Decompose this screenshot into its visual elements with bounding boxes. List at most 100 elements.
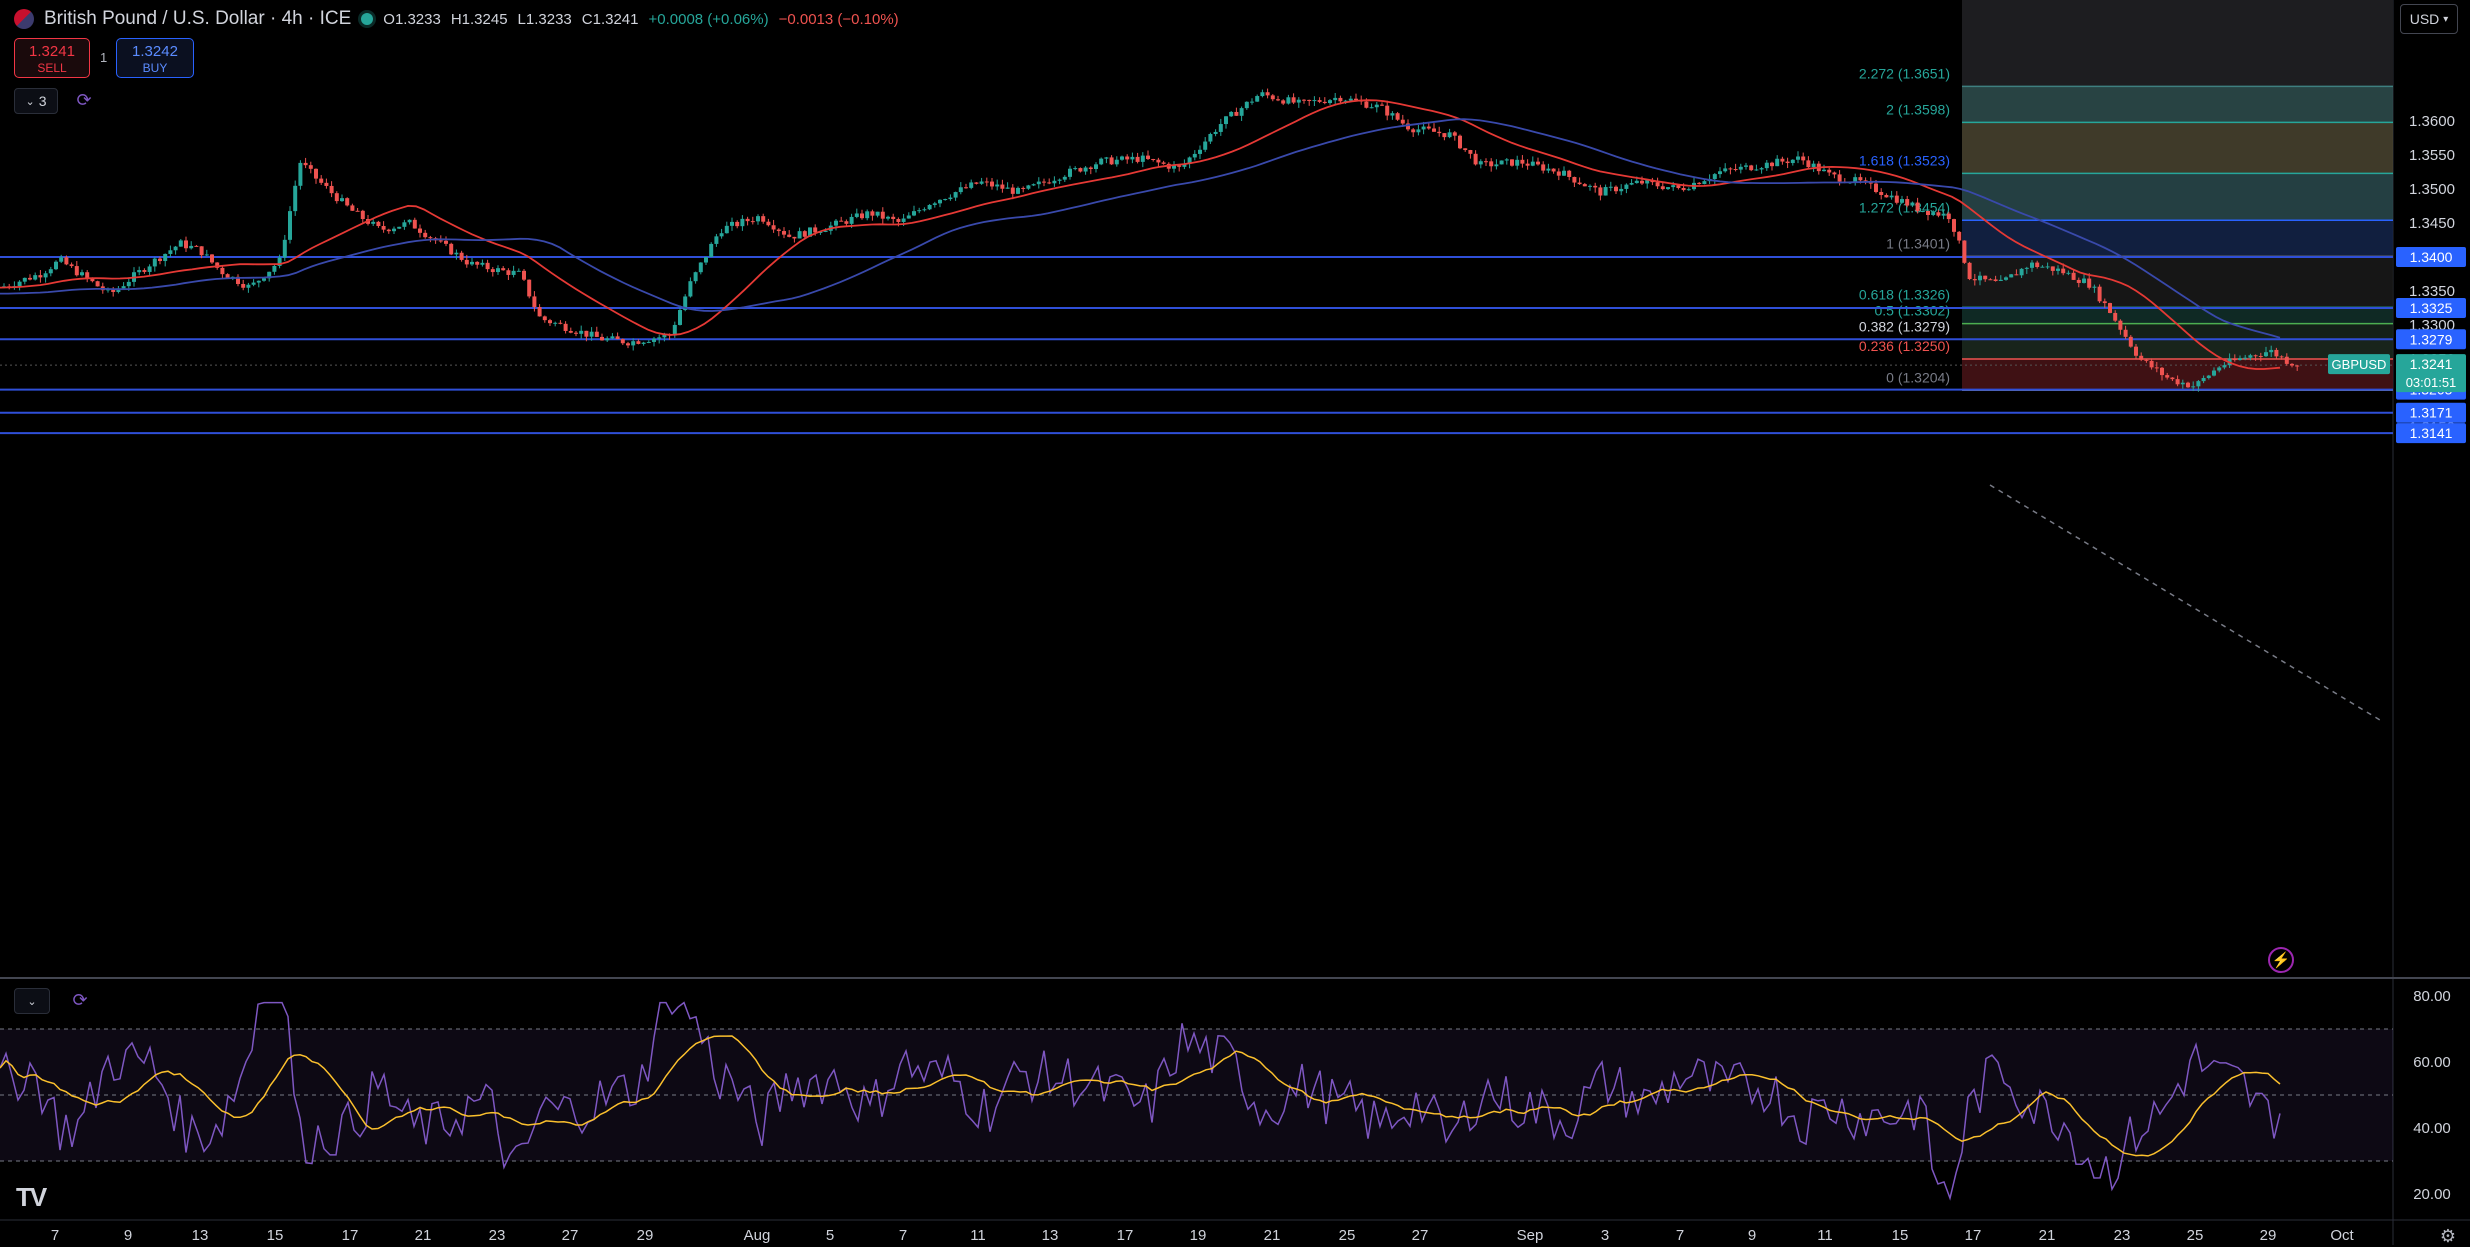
buy-button[interactable]: 1.3242 BUY [116,38,194,78]
price-axis-label: 1.3450 [2409,215,2455,232]
price-level-tag-label: 1.3279 [2410,331,2453,347]
fib-label: 1 (1.3401) [1886,235,1950,251]
candle-body [324,182,329,186]
time-axis-label: 17 [1117,1227,1134,1244]
time-axis-label: 15 [1892,1227,1909,1244]
time-axis-label: 17 [342,1227,359,1244]
candle-body [1244,101,1249,109]
candle-body [1291,97,1296,103]
rsi-axis-label: 40.00 [2413,1120,2451,1137]
candle-body [1322,101,1327,104]
fib-label: 0.382 (1.3279) [1859,318,1950,334]
candle-body [1952,219,1956,232]
candle-body [1260,92,1265,97]
candle-body [886,216,890,219]
candle-body [1234,111,1239,116]
candle-body [444,240,448,244]
candle-body [1484,161,1488,163]
candle-body [1328,100,1332,104]
candle-body [1364,101,1369,108]
candle-body [371,221,376,224]
candle-body [880,211,885,219]
candle-body [1775,158,1780,167]
candle-body [475,261,480,265]
candle-body [1900,199,1904,203]
rsi-collapse-toggle[interactable]: ⌄ [14,988,50,1014]
candle-body [995,184,1000,187]
candle-body [1681,188,1686,191]
candle-body [2149,360,2154,368]
candle-body [2160,367,2164,376]
candle-body [272,265,277,272]
price-chart[interactable]: 2.272 (1.3651) 2 (1.3598) 1.618 (1.3523) 1.… [0,0,2470,1245]
candle-body [1728,168,1733,170]
candle-body [2123,329,2128,337]
candle-body [568,330,573,333]
fib-zone-top [1962,0,2393,87]
candle-body [605,338,610,341]
candle-body [1894,195,1899,203]
candle-body [1811,163,1816,168]
candle-body [1380,104,1384,106]
candle-body [1104,157,1109,159]
candle-body [1941,213,1946,216]
candle-body [184,240,188,249]
gear-icon[interactable]: ⚙ [2440,1226,2456,1247]
candle-body [1671,185,1676,188]
flash-icon[interactable]: ⚡ [2268,947,2294,973]
currency-selector[interactable]: USD ▾ [2400,4,2458,34]
candle-body [1421,126,1426,130]
candle-body [288,211,292,240]
candle-body [2217,367,2222,371]
sell-button[interactable]: 1.3241 SELL [14,38,90,78]
candle-body [1510,159,1514,166]
candle-body [600,336,604,341]
candle-body [1463,148,1468,151]
candle-body [1562,170,1566,176]
candle-body [1109,157,1114,165]
candle-body [2201,378,2206,382]
fib-label: 0.236 (1.3250) [1859,338,1950,354]
ohlc-legend: O1.3233 H1.3245 L1.3233 C1.3241 +0.0008 … [383,11,898,28]
candle-body [1582,184,1587,187]
time-axis-label: 15 [267,1227,284,1244]
candle-body [1317,100,1322,102]
candle-body [990,181,994,187]
candle-body [470,261,474,265]
candle-body [2092,286,2097,288]
candle-body [922,209,927,211]
candle-body [2108,303,2112,313]
candle-body [386,229,391,232]
candle-body [1749,165,1754,171]
rsi-sync-icon[interactable]: ⟳ [66,988,94,1012]
candle-body [2175,379,2180,385]
time-axis-label: 27 [1412,1227,1429,1244]
candle-body [1229,111,1234,117]
candle-body [480,262,485,265]
candle-body [282,239,287,258]
candle-body [303,162,308,166]
candle-body [2045,266,2050,268]
candle-body [849,216,854,224]
candle-body [1536,161,1540,165]
candle-body [2056,268,2060,271]
candle-body [1255,96,1260,102]
candle-body [1998,279,2003,282]
candle-body [449,243,454,255]
candle-body [532,296,537,308]
candle-body [636,341,641,344]
candle-body [1785,161,1790,164]
candle-body [360,210,365,220]
candle-body [423,232,428,238]
sync-icon[interactable]: ⟳ [70,88,98,112]
candle-body [579,330,584,334]
trend-line [1989,484,2381,721]
candle-body [1203,141,1208,150]
candle-body [776,229,781,232]
candle-body [428,237,433,239]
fib-zone [1962,323,2393,340]
symbol-title[interactable]: British Pound / U.S. Dollar · 4h · ICE [44,8,351,30]
indicators-toggle[interactable]: ⌄ 3 [14,88,58,114]
candle-body [714,236,719,244]
candle-body [308,165,313,169]
